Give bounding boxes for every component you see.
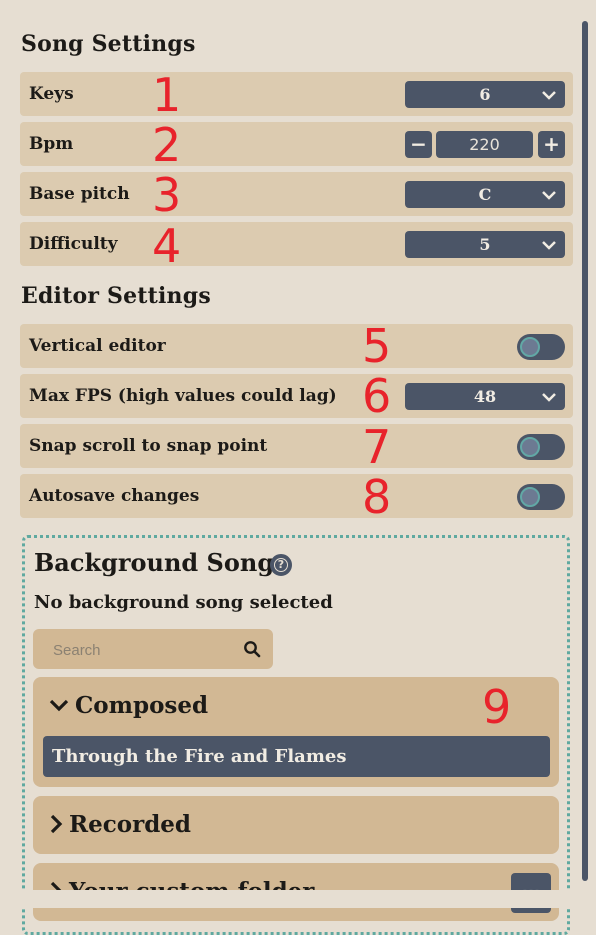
toggle-knob — [520, 437, 540, 457]
search-box — [33, 629, 273, 671]
annotation-7: 7 — [362, 420, 392, 474]
scrollbar[interactable] — [582, 21, 588, 881]
annotation-4: 4 — [152, 219, 182, 273]
vertical-editor-label: Vertical editor — [29, 336, 166, 356]
annotation-3: 3 — [152, 168, 182, 222]
vertical-editor-row: Vertical editor — [20, 324, 573, 368]
autosave-row: Autosave changes — [20, 474, 573, 518]
keys-row: Keys 6 — [20, 72, 573, 116]
background-song-status: No background song selected — [34, 592, 333, 613]
difficulty-select[interactable]: 5 — [405, 231, 565, 258]
base-pitch-label: Base pitch — [29, 184, 130, 204]
editor-settings-title: Editor Settings — [21, 283, 211, 309]
folder-name: Recorded — [69, 811, 192, 838]
max-fps-label: Max FPS (high values could lag) — [29, 386, 337, 406]
bpm-label: Bpm — [29, 134, 74, 154]
autosave-toggle[interactable] — [517, 484, 565, 510]
annotation-1: 1 — [152, 68, 182, 122]
toggle-knob — [520, 487, 540, 507]
toggle-knob — [520, 337, 540, 357]
difficulty-row: Difficulty 5 — [20, 222, 573, 266]
folder-recorded-header[interactable]: Recorded — [49, 796, 191, 854]
annotation-5: 5 — [362, 319, 392, 373]
background-song-title: Background Song — [34, 548, 275, 577]
annotation-2: 2 — [152, 118, 182, 172]
bpm-stepper: − 220 + — [405, 131, 565, 158]
song-settings-title: Song Settings — [21, 31, 196, 57]
folder-composed: Composed Through the Fire and Flames — [33, 677, 559, 787]
chevron-down-icon — [542, 393, 556, 402]
folder-name: Composed — [75, 692, 209, 719]
bottom-edge — [0, 890, 596, 908]
snap-scroll-label: Snap scroll to snap point — [29, 436, 268, 456]
annotation-6: 6 — [362, 369, 392, 423]
bpm-increment-button[interactable]: + — [538, 131, 565, 158]
bpm-decrement-button[interactable]: − — [405, 131, 432, 158]
base-pitch-select[interactable]: C — [405, 181, 565, 208]
help-icon[interactable]: ? — [270, 554, 292, 576]
vertical-editor-toggle[interactable] — [517, 334, 565, 360]
chevron-down-icon — [542, 191, 556, 200]
autosave-label: Autosave changes — [29, 486, 200, 506]
chevron-right-icon — [50, 814, 63, 834]
chevron-down-icon — [542, 91, 556, 100]
song-item[interactable]: Through the Fire and Flames — [43, 736, 550, 777]
search-icon[interactable] — [243, 640, 261, 658]
search-input[interactable] — [33, 629, 245, 671]
keys-select[interactable]: 6 — [405, 81, 565, 108]
chevron-down-icon — [542, 241, 556, 250]
annotation-9: 9 — [482, 680, 512, 734]
bpm-row: Bpm − 220 + — [20, 122, 573, 166]
difficulty-label: Difficulty — [29, 234, 118, 254]
folder-composed-header[interactable]: Composed — [49, 677, 208, 735]
snap-scroll-row: Snap scroll to snap point — [20, 424, 573, 468]
snap-scroll-toggle[interactable] — [517, 434, 565, 460]
max-fps-select[interactable]: 48 — [405, 383, 565, 410]
annotation-8: 8 — [362, 470, 392, 524]
base-pitch-row: Base pitch C — [20, 172, 573, 216]
bpm-input[interactable]: 220 — [436, 131, 533, 158]
chevron-down-icon — [49, 699, 69, 712]
max-fps-row: Max FPS (high values could lag) 48 — [20, 374, 573, 418]
folder-recorded: Recorded — [33, 796, 559, 854]
keys-label: Keys — [29, 84, 74, 104]
